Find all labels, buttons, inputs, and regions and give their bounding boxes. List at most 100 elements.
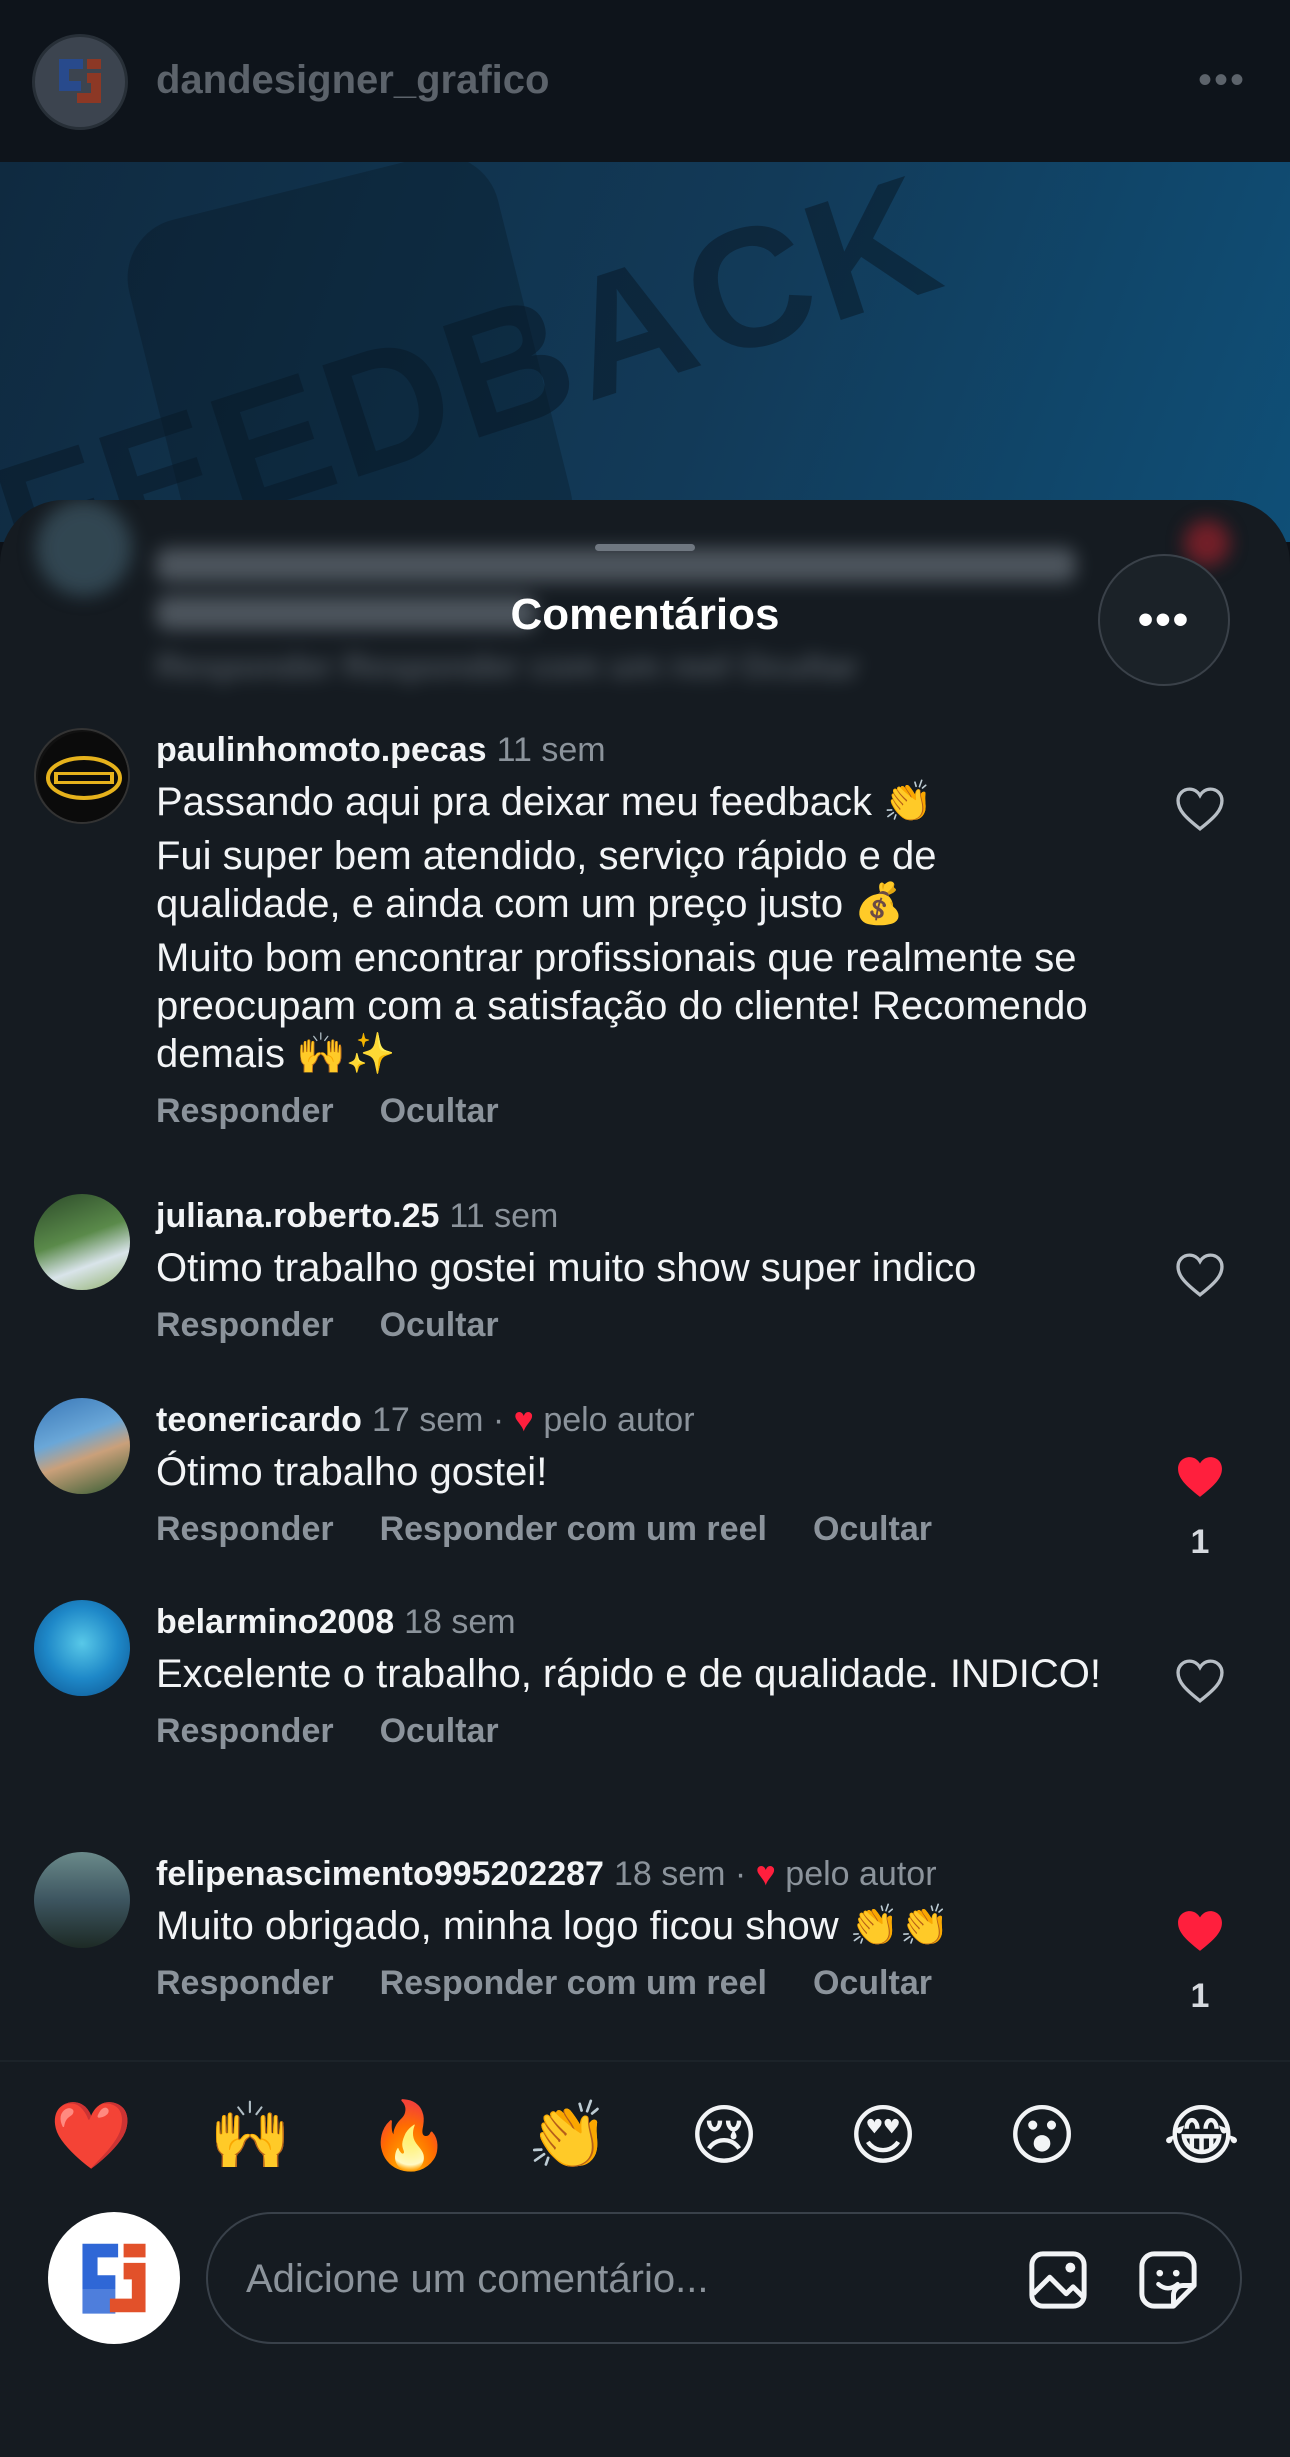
comment-actions: Responder Ocultar (156, 1712, 1116, 1751)
reply-button[interactable]: Responder (156, 1510, 334, 1548)
post-header: dandesigner_grafico ••• (0, 0, 1290, 162)
comment-body: teonericardo 17 sem · ♥ pelo autor Ótimo … (156, 1398, 1116, 1549)
comment-text: Muito obrigado, minha logo ficou show 👏👏 (156, 1902, 1156, 1950)
comment-text: Ótimo trabalho gostei! (156, 1448, 1116, 1496)
heart-outline-icon (1176, 1659, 1224, 1703)
current-user-avatar[interactable] (48, 2212, 180, 2344)
comment-time: 11 sem (496, 731, 606, 769)
comment-line: Excelente o trabalho, rápido e de qualid… (156, 1652, 1102, 1696)
heart-icon: ♥ (755, 1855, 776, 1893)
comment-username[interactable]: teonericardo (156, 1401, 362, 1439)
blurred-actions: Responder Responder com um reel Ocultar (156, 648, 859, 686)
comment-actions: Responder Ocultar (156, 1306, 1116, 1345)
paulinho-logo-icon (38, 732, 128, 822)
comment-line: Muito bom encontrar profissionais que re… (156, 936, 1088, 1076)
reply-button[interactable]: Responder (156, 1092, 334, 1130)
emoji-heart-eyes-button[interactable]: 😍 (845, 2098, 921, 2174)
emoji-laughing-button[interactable]: 😂 (1163, 2098, 1240, 2174)
liked-by-author: ♥ pelo autor (514, 1401, 695, 1439)
avatar[interactable] (34, 1194, 130, 1290)
like-button[interactable]: 1 (1170, 1908, 1230, 2016)
heart-outline-icon (1176, 787, 1224, 831)
hide-button[interactable]: Ocultar (380, 1306, 499, 1344)
like-count: 1 (1190, 1977, 1210, 2015)
comment-body: juliana.roberto.25 11 sem Otimo trabalho … (156, 1194, 1116, 1345)
sticker-icon (1139, 2251, 1197, 2309)
like-button[interactable] (1170, 1252, 1230, 1303)
sheet-more-button[interactable]: ••• (1098, 554, 1230, 686)
reply-button[interactable]: Responder (156, 1306, 334, 1344)
comment-text: Otimo trabalho gostei muito show super i… (156, 1244, 1116, 1292)
comment-line: Fui super bem atendido, serviço rápido e… (156, 834, 937, 926)
liked-by-author: ♥ pelo autor (756, 1855, 937, 1893)
image-picker-button[interactable] (1020, 2242, 1096, 2318)
blurred-text-line (156, 548, 1076, 582)
comment-time: 11 sem (449, 1197, 559, 1235)
heart-filled-icon (1178, 1911, 1222, 1951)
reply-button[interactable]: Responder (156, 1712, 334, 1750)
post-more-options-icon[interactable]: ••• (1198, 58, 1246, 103)
comment-time: 18 sem (404, 1603, 516, 1641)
hide-button[interactable]: Ocultar (813, 1964, 932, 2002)
comment-body: felipenascimento995202287 18 sem · ♥ pelo… (156, 1852, 1156, 2003)
comment-username[interactable]: felipenascimento995202287 (156, 1855, 604, 1893)
hide-button[interactable]: Ocultar (380, 1092, 499, 1130)
comment-username[interactable]: juliana.roberto.25 (156, 1197, 439, 1235)
comment-line: Ótimo trabalho gostei! (156, 1450, 548, 1494)
comment-actions: Responder Responder com um reel Ocultar (156, 1510, 1116, 1549)
comment-text: Passando aqui pra deixar meu feedback 👏 … (156, 778, 1116, 1078)
reply-with-reel-button[interactable]: Responder com um reel (380, 1510, 767, 1548)
emoji-clap-button[interactable]: 👏 (527, 2098, 609, 2174)
avatar[interactable] (34, 728, 130, 824)
reply-with-reel-button[interactable]: Responder com um reel (380, 1964, 767, 2002)
liked-by-author-label: pelo autor (785, 1855, 937, 1893)
avatar[interactable] (34, 1600, 130, 1696)
heart-filled-icon (1178, 1457, 1222, 1497)
comment-line: Otimo trabalho gostei muito show super i… (156, 1246, 977, 1290)
emoji-surprised-button[interactable]: 😮 (1004, 2098, 1080, 2174)
heart-outline-icon (1176, 1253, 1224, 1297)
comment-input-box (206, 2212, 1242, 2344)
sticker-picker-button[interactable] (1130, 2242, 1206, 2318)
sheet-grabber[interactable] (595, 544, 695, 551)
like-button[interactable]: 1 (1170, 1454, 1230, 1562)
comment-meta: belarmino2008 18 sem (156, 1600, 1116, 1644)
comment-username[interactable]: paulinhomoto.pecas (156, 731, 487, 769)
logo-icon (59, 59, 101, 103)
comment-meta: juliana.roberto.25 11 sem (156, 1194, 1116, 1238)
comment-time: 18 sem · (613, 1855, 747, 1893)
comment-input[interactable] (246, 2244, 946, 2314)
emoji-crying-button[interactable]: 😢 (686, 2098, 762, 2174)
emoji-fire-button[interactable]: 🔥 (368, 2098, 450, 2174)
image-icon (1029, 2251, 1087, 2309)
comment-meta: paulinhomoto.pecas 11 sem (156, 728, 1116, 772)
emoji-raised-hands-button[interactable]: 🙌 (209, 2098, 291, 2174)
comment-body: belarmino2008 18 sem Excelente o trabalho… (156, 1600, 1116, 1751)
like-count: 1 (1190, 1523, 1210, 1561)
liked-by-author-label: pelo autor (543, 1401, 695, 1439)
like-button[interactable] (1170, 1658, 1230, 1709)
comment-meta: felipenascimento995202287 18 sem · ♥ pelo… (156, 1852, 1156, 1896)
comment-text: Excelente o trabalho, rápido e de qualid… (156, 1650, 1116, 1698)
heart-icon: ♥ (513, 1401, 534, 1439)
reply-button[interactable]: Responder (156, 1964, 334, 2002)
like-button[interactable] (1170, 786, 1230, 837)
post-author-avatar[interactable] (32, 34, 128, 130)
post-author-username[interactable]: dandesigner_grafico (156, 58, 549, 103)
hide-button[interactable]: Ocultar (813, 1510, 932, 1548)
avatar[interactable] (34, 1398, 130, 1494)
comment-username[interactable]: belarmino2008 (156, 1603, 394, 1641)
comment-line: Passando aqui pra deixar meu feedback 👏 (156, 780, 933, 824)
comment-time: 17 sem · (371, 1401, 505, 1439)
comment-line: Muito obrigado, minha logo ficou show 👏👏 (156, 1904, 950, 1948)
avatar (36, 500, 132, 596)
post-image: FEEDBACK (0, 162, 1290, 542)
comment-meta: teonericardo 17 sem · ♥ pelo autor (156, 1398, 1116, 1442)
comment-actions: Responder Ocultar (156, 1092, 1116, 1131)
hide-button[interactable]: Ocultar (380, 1712, 499, 1750)
comment-actions: Responder Responder com um reel Ocultar (156, 1964, 1156, 2003)
avatar[interactable] (34, 1852, 130, 1948)
comment-composer (0, 2200, 1290, 2457)
emoji-heart-button[interactable]: ❤️ (50, 2098, 132, 2174)
logo-icon (82, 2243, 146, 2314)
